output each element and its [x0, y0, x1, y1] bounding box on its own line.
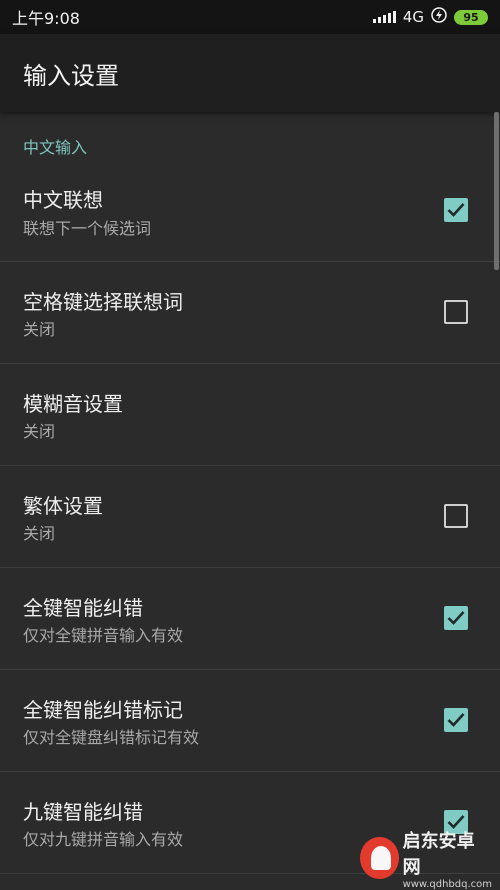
- setting-title: 九键智能纠错: [23, 796, 143, 825]
- battery-icon: 95: [454, 10, 488, 25]
- status-time: 上午9:08: [12, 5, 80, 29]
- checkbox-unchecked[interactable]: [444, 300, 468, 324]
- setting-subtitle: 关闭: [23, 418, 55, 442]
- app-bar: 输入设置: [0, 34, 500, 112]
- status-icons: 4G 95: [373, 7, 488, 27]
- setting-title: 模糊音设置: [23, 388, 123, 417]
- setting-space-select-association[interactable]: 空格键选择联想词 关闭: [0, 262, 500, 364]
- page-title: 输入设置: [23, 56, 119, 91]
- charging-icon: [431, 7, 447, 27]
- setting-subtitle: 仅对全键拼音输入有效: [23, 622, 183, 646]
- setting-title: 中文联想: [23, 184, 103, 213]
- network-type: 4G: [403, 8, 424, 26]
- checkbox-unchecked[interactable]: [444, 504, 468, 528]
- setting-subtitle: 仅对九键拼音输入有效: [23, 826, 183, 850]
- setting-title: 繁体设置: [23, 490, 103, 519]
- setting-subtitle: 联想下一个候选词: [23, 215, 151, 239]
- settings-list: 中文输入 中文联想 联想下一个候选词 空格键选择联想词 关闭 模糊音设置 关闭 …: [0, 112, 500, 889]
- watermark-url: www.qdhbdq.com: [403, 879, 492, 890]
- setting-subtitle: 关闭: [23, 316, 55, 340]
- section-header-chinese-input: 中文输入: [0, 112, 500, 170]
- setting-subtitle: 仅对全键盘纠错标记有效: [23, 724, 199, 748]
- scrollbar[interactable]: [494, 112, 499, 270]
- setting-full-keyboard-correction[interactable]: 全键智能纠错 仅对全键拼音输入有效: [0, 568, 500, 670]
- watermark-name: 启东安卓网: [403, 827, 492, 879]
- setting-traditional-chinese[interactable]: 繁体设置 关闭: [0, 466, 500, 568]
- checkbox-checked[interactable]: [444, 198, 468, 222]
- status-bar: 上午9:08 4G 95: [0, 0, 500, 34]
- setting-subtitle: 关闭: [23, 520, 55, 544]
- setting-full-keyboard-correction-mark[interactable]: 全键智能纠错标记 仅对全键盘纠错标记有效: [0, 670, 500, 772]
- checkbox-checked[interactable]: [444, 606, 468, 630]
- setting-title: 全键智能纠错标记: [23, 694, 183, 723]
- setting-chinese-association[interactable]: 中文联想 联想下一个候选词: [0, 170, 500, 262]
- setting-title: 全键智能纠错: [23, 592, 143, 621]
- signal-icon: [373, 11, 396, 23]
- checkbox-checked[interactable]: [444, 708, 468, 732]
- setting-fuzzy-pinyin[interactable]: 模糊音设置 关闭: [0, 364, 500, 466]
- watermark-logo-icon: [360, 837, 399, 879]
- setting-title: 空格键选择联想词: [23, 286, 183, 315]
- watermark-text: 启东安卓网 www.qdhbdq.com: [403, 827, 492, 890]
- watermark: 启东安卓网 www.qdhbdq.com: [360, 833, 492, 883]
